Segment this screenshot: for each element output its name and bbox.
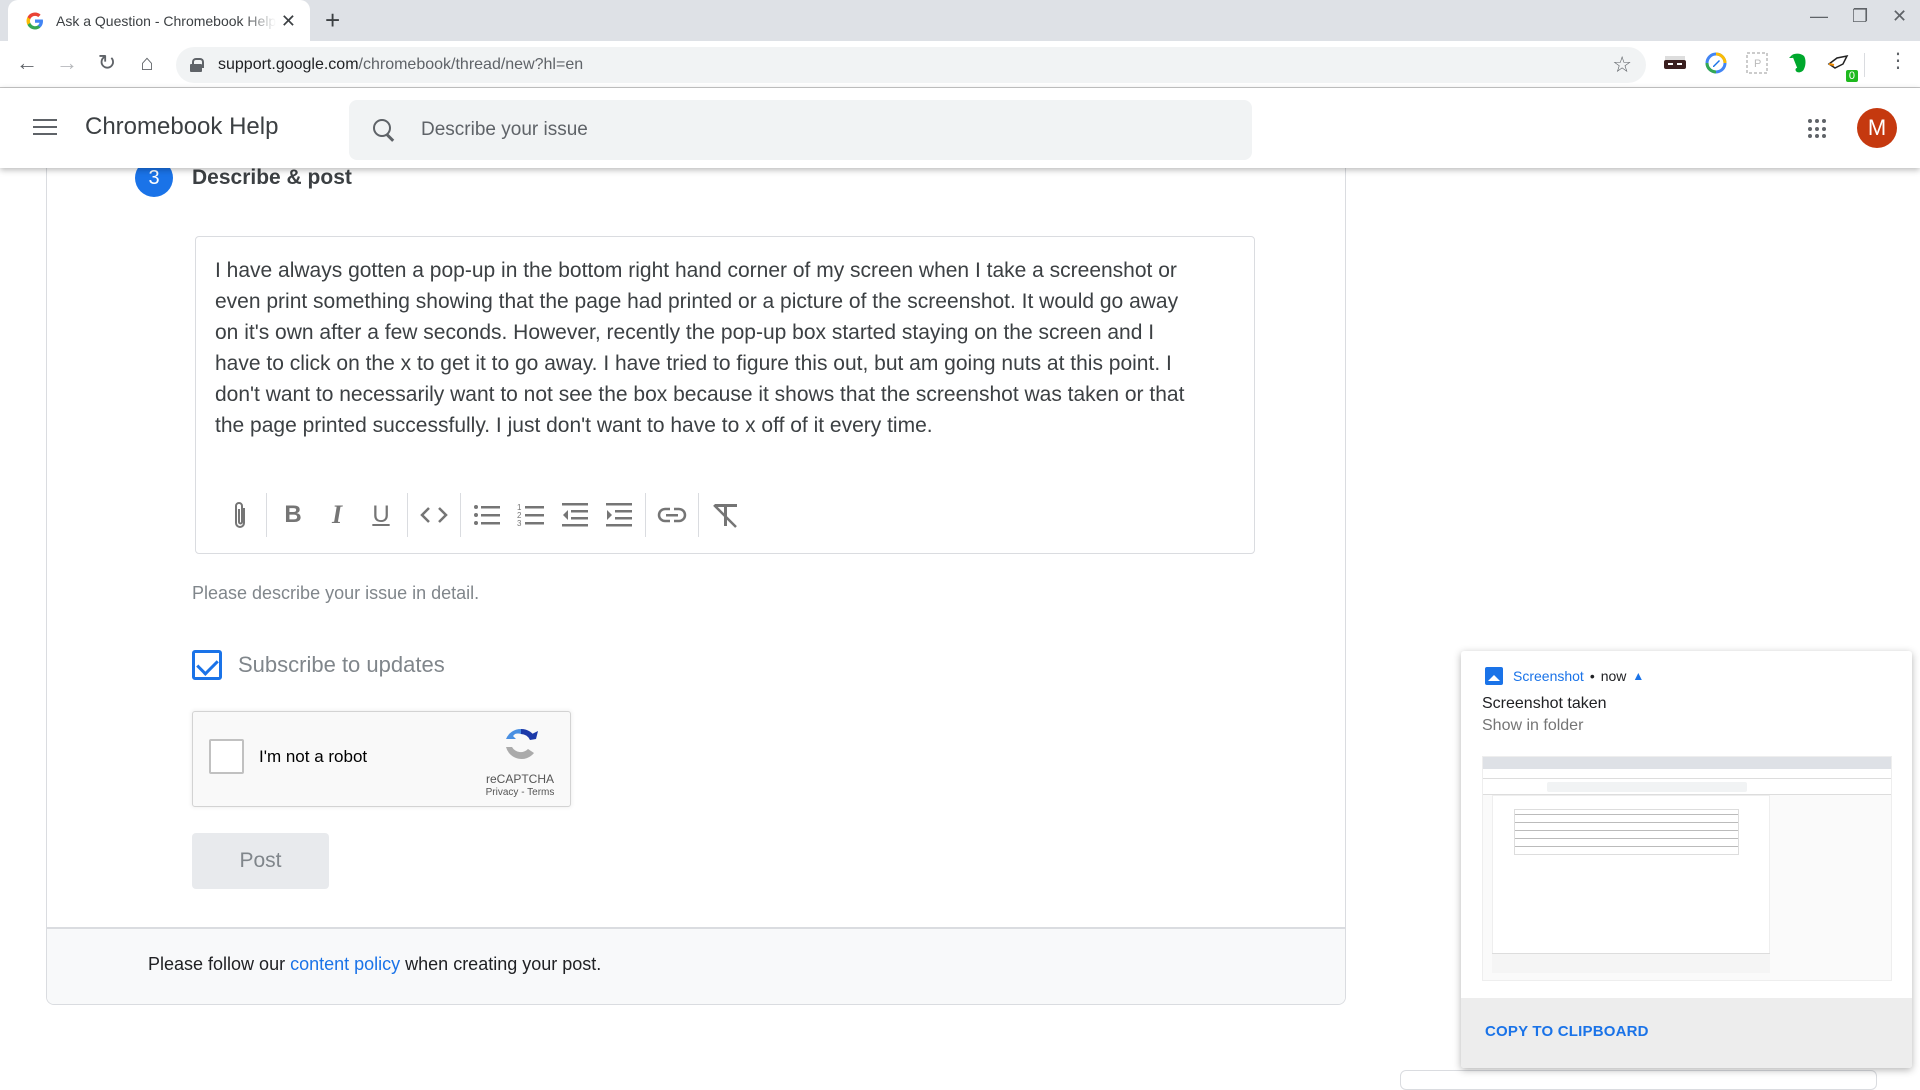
recaptcha-label: I'm not a robot [259, 747, 368, 766]
italic-icon[interactable]: I [315, 493, 359, 537]
editor-toolbar: B I U 123 [218, 493, 747, 537]
clear-formatting-icon[interactable] [703, 493, 747, 537]
partial-card [1400, 1070, 1877, 1090]
description-line: have to click on the x to get it to go a… [215, 352, 1172, 375]
notification-actions: COPY TO CLIPBOARD [1461, 998, 1912, 1068]
placeholder-extension-icon[interactable]: P [1744, 50, 1770, 76]
recaptcha-logo-icon [501, 725, 541, 765]
bulleted-list-icon[interactable] [465, 493, 509, 537]
evernote-extension-icon[interactable] [1785, 50, 1811, 76]
recaptcha-terms-link[interactable]: Terms [527, 787, 554, 798]
description-text[interactable]: I have always gotten a pop-up in the bot… [215, 255, 1235, 441]
post-button[interactable]: Post [192, 833, 329, 889]
pencil-extension-icon[interactable] [1703, 50, 1729, 76]
recaptcha-links: Privacy - Terms [480, 787, 560, 798]
toolbar-divider [1864, 53, 1865, 77]
forward-icon[interactable]: → [53, 50, 81, 76]
new-tab-button[interactable]: + [325, 5, 340, 36]
image-icon [1485, 667, 1503, 685]
underline-icon[interactable]: U [359, 493, 403, 537]
lock-icon[interactable] [190, 58, 204, 72]
recaptcha-brand: reCAPTCHA [485, 772, 554, 786]
search-box[interactable] [349, 100, 1252, 160]
url-path: /chromebook/thread/new?hl=en [358, 56, 584, 73]
recaptcha-separator: - [518, 787, 528, 798]
reload-icon[interactable]: ↻ [93, 50, 121, 76]
notification-dot: • [1589, 668, 1595, 684]
ask-question-card: 3 Describe & post I have always gotten a… [46, 150, 1346, 1005]
attach-icon[interactable] [218, 493, 262, 537]
subscribe-label[interactable]: Subscribe to updates [238, 652, 445, 678]
app-title[interactable]: Chromebook Help [85, 113, 278, 141]
subscribe-checkbox[interactable] [192, 650, 222, 680]
bold-icon[interactable]: B [271, 493, 315, 537]
tab-close-icon[interactable]: ✕ [281, 11, 296, 32]
url-text[interactable]: support.google.com/chromebook/thread/new… [218, 56, 583, 74]
extension-badge-count: 0 [1845, 70, 1858, 82]
google-apps-icon[interactable] [1808, 119, 1828, 139]
content-policy-footer: Please follow our content policy when cr… [47, 927, 1345, 1004]
restore-icon[interactable]: ❐ [1852, 6, 1868, 27]
minimize-icon[interactable]: — [1810, 6, 1828, 27]
window-close-icon[interactable]: ✕ [1892, 6, 1907, 27]
copy-to-clipboard-button[interactable]: COPY TO CLIPBOARD [1485, 1023, 1649, 1040]
subscribe-checkbox-row[interactable]: Subscribe to updates [192, 650, 445, 680]
browser-menu-icon[interactable]: ⋮ [1888, 51, 1908, 71]
search-input[interactable] [421, 119, 1121, 141]
description-line: I have always gotten a pop-up in the bot… [215, 259, 1177, 282]
toolbar-divider [460, 493, 461, 537]
footer-suffix: when creating your post. [400, 954, 602, 974]
footer-prefix: Please follow our [148, 954, 291, 974]
browser-tab[interactable]: Ask a Question - Chromebook Help ✕ [8, 0, 310, 41]
numbered-list-icon[interactable]: 123 [509, 493, 553, 537]
toolbar-divider [266, 493, 267, 537]
indent-icon[interactable] [597, 493, 641, 537]
incognito-mask-extension-icon[interactable] [1662, 50, 1688, 76]
content-policy-link[interactable]: content policy [290, 954, 400, 974]
search-icon[interactable] [371, 117, 397, 143]
notification-time: now [1600, 668, 1627, 684]
home-icon[interactable]: ⌂ [133, 50, 161, 76]
description-line: even print something showing that the pa… [215, 290, 1179, 313]
hamburger-menu-icon[interactable] [33, 119, 57, 137]
screenshot-thumbnail[interactable] [1482, 756, 1892, 981]
tab-title: Ask a Question - Chromebook Help [56, 12, 276, 29]
browser-tab-strip: Ask a Question - Chromebook Help ✕ + — ❐… [0, 0, 1920, 41]
recaptcha-privacy-link[interactable]: Privacy [486, 787, 519, 798]
screenshot-notification[interactable]: Screenshot • now ▲ Screenshot taken Show… [1461, 651, 1912, 1068]
bookmark-star-icon[interactable]: ☆ [1612, 52, 1632, 78]
back-icon[interactable]: ← [13, 50, 41, 76]
outdent-icon[interactable] [553, 493, 597, 537]
notification-title: Screenshot taken [1482, 695, 1607, 712]
badge-extension-icon[interactable]: 0 [1826, 50, 1858, 82]
description-line: on it's own after a few seconds. However… [215, 321, 1155, 344]
toolbar-divider [698, 493, 699, 537]
recaptcha-widget: I'm not a robot reCAPTCHA Privacy - Term… [192, 711, 571, 807]
recaptcha-checkbox[interactable] [209, 739, 244, 774]
browser-toolbar: ← → ↻ ⌂ support.google.com/chromebook/th… [0, 41, 1920, 88]
helper-text: Please describe your issue in detail. [192, 583, 480, 603]
notification-header: Screenshot • now ▲ [1485, 667, 1644, 685]
step-title: Describe & post [192, 166, 352, 189]
google-g-icon [26, 12, 44, 30]
svg-text:3: 3 [517, 519, 522, 528]
url-host: support.google.com [218, 56, 359, 73]
svg-text:P: P [1754, 58, 1761, 70]
address-bar[interactable]: support.google.com/chromebook/thread/new… [176, 47, 1646, 83]
content-policy-text: Please follow our content policy when cr… [148, 954, 601, 975]
page-header: Chromebook Help M [0, 88, 1920, 168]
show-in-folder-link[interactable]: Show in folder [1482, 717, 1583, 735]
toolbar-divider [407, 493, 408, 537]
code-icon[interactable] [412, 493, 456, 537]
link-icon[interactable] [650, 493, 694, 537]
toolbar-divider [645, 493, 646, 537]
description-line: the page printed successfully. I just do… [215, 414, 933, 437]
chevron-up-icon[interactable]: ▲ [1632, 669, 1644, 683]
description-editor[interactable]: I have always gotten a pop-up in the bot… [195, 236, 1255, 554]
avatar[interactable]: M [1857, 108, 1897, 148]
notification-app-name: Screenshot [1513, 668, 1584, 684]
description-line: don't want to necessarily want to not se… [215, 383, 1185, 406]
